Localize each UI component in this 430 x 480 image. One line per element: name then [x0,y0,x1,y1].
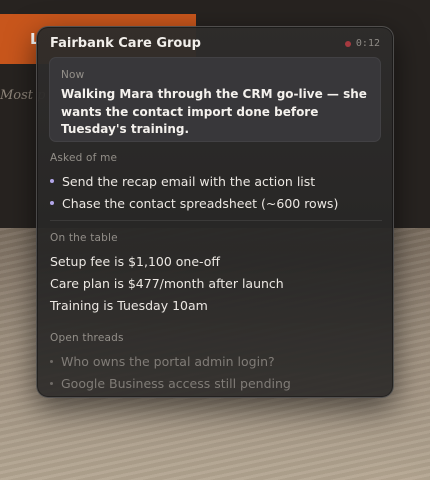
open-threads-section: Open threads Who owns the portal admin l… [50,332,382,394]
list-item-text: Training is Tuesday 10am [50,297,208,313]
bullet-dot-icon [50,201,54,205]
list-item-text: Care plan is $477/month after launch [50,275,284,291]
list-item-text: Who owns the portal admin login? [61,353,275,369]
bullet-dot-icon [50,381,53,385]
section-divider [50,220,382,221]
list-item-text: Chase the contact spreadsheet (~600 rows… [62,195,339,211]
bullet-dot-icon [50,359,53,363]
open-threads-label: Open threads [50,332,124,344]
asked-of-me-section: Asked of me Send the recap email with th… [50,152,382,214]
list-item: Send the recap email with the action lis… [50,170,382,192]
recording-indicator: 0:12 [344,38,380,49]
recording-dot-icon [344,40,351,47]
bullet-dot-icon [50,179,54,183]
list-item: Setup fee is $1,100 one-off [50,250,382,272]
list-item-text: Google Business access still pending [61,375,291,391]
now-label: Now [61,69,85,81]
list-item: Who owns the portal admin login? [50,350,382,372]
panel-title: Fairbank Care Group [50,36,201,51]
panel-header: Fairbank Care Group 0:12 [37,27,393,57]
asked-of-me-label: Asked of me [50,152,118,164]
list-item: Training is Tuesday 10am [50,294,382,316]
list-item: Care plan is $477/month after launch [50,272,382,294]
list-item: Chase the contact spreadsheet (~600 rows… [50,192,382,214]
on-the-table-section: On the table Setup fee is $1,100 one-off… [50,232,382,316]
now-card: Now Walking Mara through the CRM go-live… [49,57,381,142]
recording-timer: 0:12 [355,38,380,49]
now-text: Walking Mara through the CRM go-live — s… [61,87,367,136]
on-the-table-label: On the table [50,232,118,244]
list-item-text: Setup fee is $1,100 one-off [50,253,221,269]
list-item: Google Business access still pending [50,372,382,394]
meeting-notes-panel: Fairbank Care Group 0:12 Now Walking Mar… [36,26,394,398]
list-item-text: Send the recap email with the action lis… [62,173,316,189]
